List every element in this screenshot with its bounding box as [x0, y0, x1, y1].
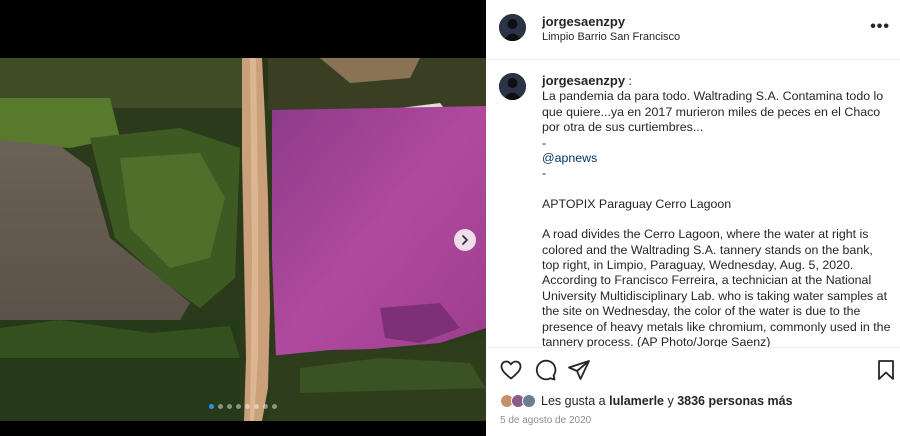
carousel-indicator — [0, 404, 486, 409]
liker-username[interactable]: lulamerle — [609, 394, 664, 408]
post-actions: Les gusta a lulamerle y 3836 personas má… — [486, 347, 900, 436]
post-date[interactable]: 5 de agosto de 2020 — [500, 415, 591, 426]
liker-avatar[interactable] — [522, 394, 536, 408]
bookmark-icon — [878, 360, 894, 380]
post-photo — [0, 58, 486, 421]
caption-dash: - — [542, 135, 547, 150]
like-button[interactable] — [499, 358, 523, 382]
chevron-right-icon — [462, 235, 468, 245]
photo-carousel — [0, 0, 486, 436]
caption-body: A road divides the Cerro Lagoon, where t… — [542, 227, 891, 347]
carousel-dot — [218, 404, 223, 409]
mention-link[interactable]: @apnews — [542, 151, 892, 166]
likes-middle: y — [664, 394, 678, 408]
caption-username[interactable]: jorgesaenzpy — [542, 73, 625, 88]
carousel-dot — [263, 404, 268, 409]
avatar[interactable] — [499, 14, 526, 41]
caption-line: La pandemia da para todo. Waltrading S.A… — [542, 89, 884, 135]
comment-button[interactable] — [533, 358, 557, 382]
more-horizontal-icon: ••• — [870, 18, 890, 35]
heart-icon — [500, 360, 522, 380]
share-button[interactable] — [567, 358, 591, 382]
carousel-dot — [236, 404, 241, 409]
post-panel: jorgesaenzpy Limpio Barrio San Francisco… — [486, 0, 900, 436]
caption-headline: APTOPIX Paraguay Cerro Lagoon — [542, 196, 732, 211]
post-header: jorgesaenzpy Limpio Barrio San Francisco… — [486, 0, 900, 60]
comment-icon — [535, 359, 557, 381]
carousel-dot — [227, 404, 232, 409]
carousel-dot — [245, 404, 250, 409]
likes-count[interactable]: 3836 personas más — [677, 394, 792, 408]
location-link[interactable]: Limpio Barrio San Francisco — [542, 31, 680, 43]
carousel-dot — [254, 404, 259, 409]
save-button[interactable] — [874, 358, 898, 382]
username-link[interactable]: jorgesaenzpy — [542, 14, 625, 29]
caption-dash: - — [542, 166, 547, 181]
likes-summary: Les gusta a lulamerle y 3836 personas má… — [500, 394, 793, 408]
likes-prefix: Les gusta a — [541, 394, 610, 408]
caption-avatar[interactable] — [499, 73, 526, 100]
more-options-button[interactable]: ••• — [870, 18, 890, 36]
caption-text: jorgesaenzpy : La pandemia da para todo.… — [542, 73, 892, 347]
carousel-dot — [209, 404, 214, 409]
caption: jorgesaenzpy : La pandemia da para todo.… — [486, 61, 900, 347]
next-photo-button[interactable] — [454, 229, 476, 251]
caption-separator: : — [625, 74, 632, 88]
carousel-dot — [272, 404, 277, 409]
share-icon — [568, 360, 590, 380]
